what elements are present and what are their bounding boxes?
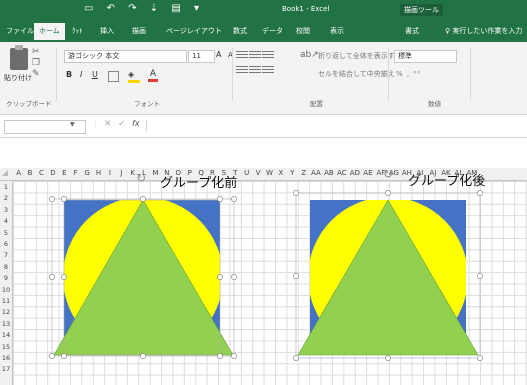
resize-handle[interactable]: [217, 353, 223, 359]
resize-handle[interactable]: [293, 273, 299, 279]
resize-handle[interactable]: [231, 196, 237, 202]
resize-handle[interactable]: [140, 196, 146, 202]
resize-handle[interactable]: [477, 273, 483, 279]
resize-handle[interactable]: [385, 190, 391, 196]
resize-handle[interactable]: [231, 353, 237, 359]
resize-handle[interactable]: [293, 190, 299, 196]
resize-handle[interactable]: [49, 274, 55, 280]
resize-handle[interactable]: [217, 196, 223, 202]
resize-handle[interactable]: [140, 353, 146, 359]
resize-handle[interactable]: [293, 355, 299, 361]
resize-handle[interactable]: [49, 353, 55, 359]
resize-handle[interactable]: [61, 274, 67, 280]
shapes-layer: [49, 190, 483, 361]
resize-handle[interactable]: [385, 355, 391, 361]
shape-group-after[interactable]: [293, 190, 483, 361]
resize-handle[interactable]: [61, 353, 67, 359]
resize-handle[interactable]: [231, 274, 237, 280]
resize-handle[interactable]: [217, 274, 223, 280]
shape-group-before[interactable]: [49, 196, 237, 359]
resize-handle[interactable]: [49, 196, 55, 202]
resize-handle[interactable]: [477, 355, 483, 361]
resize-handle[interactable]: [477, 190, 483, 196]
resize-handle[interactable]: [61, 196, 67, 202]
